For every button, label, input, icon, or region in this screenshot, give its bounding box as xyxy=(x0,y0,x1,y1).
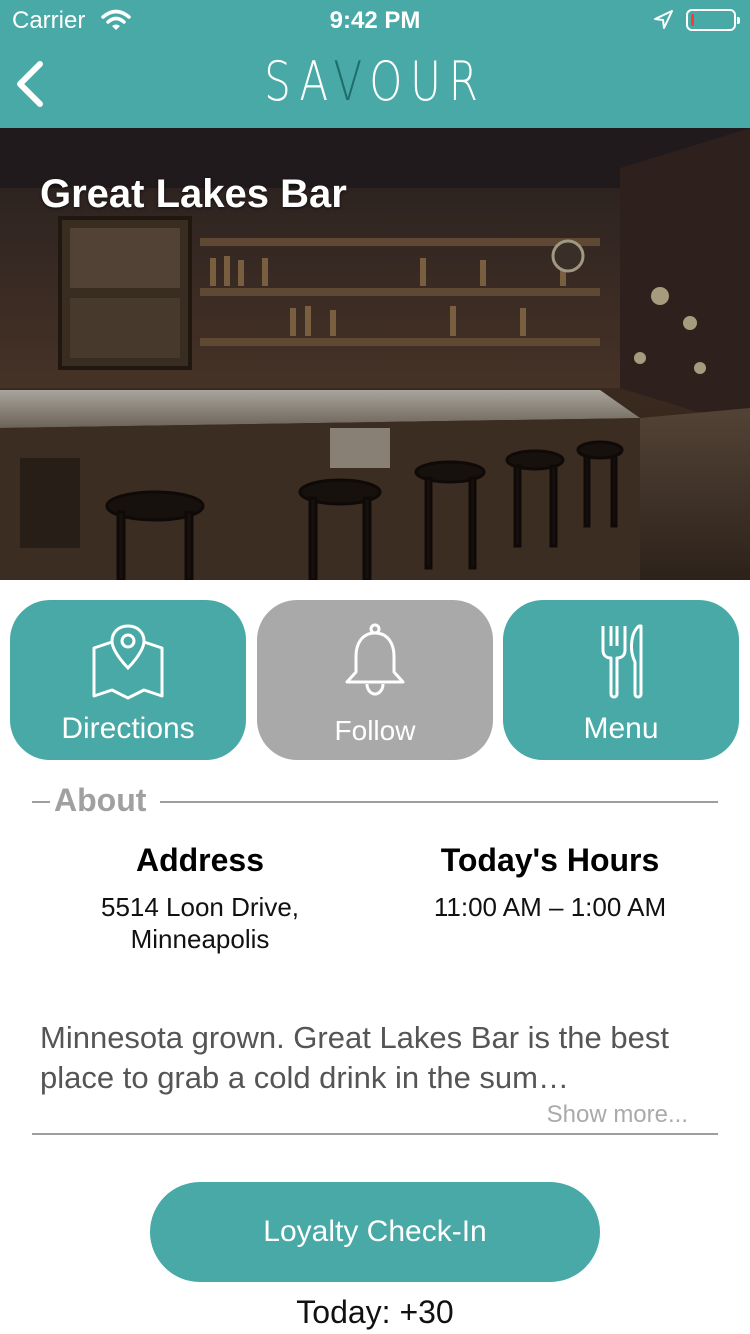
menu-button[interactable]: Menu xyxy=(503,600,739,760)
app-logo: SAVOUR xyxy=(83,50,668,113)
fork-knife-icon xyxy=(503,622,739,702)
directions-button[interactable]: Directions xyxy=(10,600,246,760)
menu-label: Menu xyxy=(583,712,659,745)
logo-part-2: OUR xyxy=(369,50,486,113)
navigation-bar: Carrier 9:42 PM SAVOUR xyxy=(0,0,750,128)
venue-hero-image: Great Lakes Bar xyxy=(0,128,750,580)
action-buttons: Directions Follow Menu xyxy=(0,600,750,760)
chevron-left-icon xyxy=(17,61,43,107)
loyalty-checkin-button[interactable]: Loyalty Check-In xyxy=(150,1182,600,1282)
about-section-header: About xyxy=(32,782,718,822)
about-divider-left xyxy=(32,801,50,803)
status-bar: Carrier 9:42 PM xyxy=(0,0,750,40)
venue-title: Great Lakes Bar xyxy=(40,172,347,216)
address-title: Address xyxy=(135,842,265,878)
section-divider xyxy=(32,1133,718,1135)
follow-button[interactable]: Follow xyxy=(257,600,493,760)
address-line-2: Minneapolis xyxy=(130,924,270,954)
about-heading: About xyxy=(54,782,147,818)
address-block: Address 5514 Loon Drive, Minneapolis xyxy=(60,842,340,955)
location-arrow-icon xyxy=(652,9,674,31)
back-button[interactable] xyxy=(14,58,50,110)
map-pin-icon xyxy=(10,622,246,702)
logo-part-1: SA xyxy=(264,50,334,113)
about-divider-right xyxy=(160,801,718,803)
status-time: 9:42 PM xyxy=(329,7,421,34)
bell-icon xyxy=(257,622,493,702)
follow-label: Follow xyxy=(334,715,416,746)
venue-description: Minnesota grown. Great Lakes Bar is the … xyxy=(40,1020,669,1095)
hours-value: 11:00 AM – 1:00 AM xyxy=(433,892,667,922)
address-line-1: 5514 Loon Drive, xyxy=(100,892,300,922)
today-points: Today: +30 xyxy=(296,1294,454,1330)
battery-icon xyxy=(686,9,740,31)
show-more-link[interactable]: Show more... xyxy=(547,1101,688,1129)
logo-part-accent: V xyxy=(333,50,370,113)
directions-label: Directions xyxy=(61,712,195,745)
battery-level xyxy=(691,14,694,26)
hours-title: Today's Hours xyxy=(440,842,660,878)
hours-block: Today's Hours 11:00 AM – 1:00 AM xyxy=(400,842,700,923)
